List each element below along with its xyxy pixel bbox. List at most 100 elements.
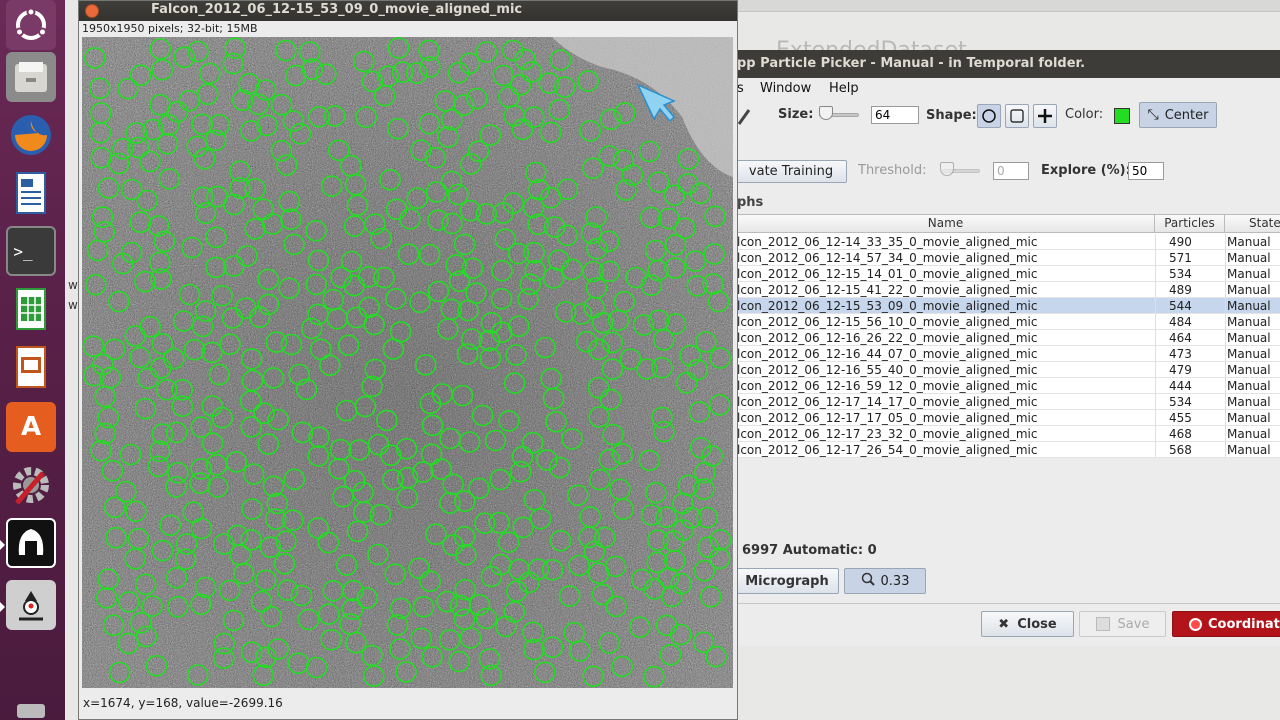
shape-cross-button[interactable] — [1033, 104, 1057, 128]
trash-icon[interactable] — [6, 700, 56, 720]
micrograph-canvas[interactable] — [82, 37, 733, 688]
micrograph-image[interactable] — [82, 37, 733, 688]
shape-circle-button[interactable] — [977, 104, 1001, 128]
size-input[interactable] — [871, 106, 919, 124]
cell-name: lcon_2012_06_12-15_14_01_0_movie_aligned… — [737, 267, 1038, 281]
table-row[interactable]: lcon_2012_06_12-17_14_17_0_movie_aligned… — [737, 394, 1280, 410]
explore-input[interactable] — [1128, 162, 1164, 180]
image-info: 1950x1950 pixels; 32-bit; 15MB — [82, 22, 258, 35]
cell-state: Manual — [1227, 395, 1271, 409]
micrographs-table: Name Particles State lcon_2012_06_12-14_… — [737, 214, 1280, 458]
table-row[interactable]: lcon_2012_06_12-16_26_22_0_movie_aligned… — [737, 330, 1280, 346]
terminal-icon[interactable]: >_ — [6, 226, 56, 276]
coordinates-button-label: Coordinat — [1208, 616, 1280, 632]
table-row[interactable]: lcon_2012_06_12-17_23_32_0_movie_aligned… — [737, 426, 1280, 442]
cell-particles: 468 — [1169, 427, 1192, 441]
cell-particles: 490 — [1169, 235, 1192, 249]
threshold-slider-knob[interactable] — [940, 162, 954, 176]
footer-divider — [737, 603, 1280, 604]
table-row[interactable]: lcon_2012_06_12-17_26_54_0_movie_aligned… — [737, 442, 1280, 458]
close-button-label: Close — [1017, 616, 1057, 632]
table-row[interactable]: lcon_2012_06_12-14_57_34_0_movie_aligned… — [737, 250, 1280, 266]
column-header-particles[interactable]: Particles — [1155, 215, 1225, 233]
cell-particles: 571 — [1169, 251, 1192, 265]
center-button[interactable]: ⤡ Center — [1139, 102, 1217, 128]
micrograph-button[interactable]: Micrograph — [735, 568, 839, 594]
cell-state: Manual — [1227, 267, 1271, 281]
table-row[interactable]: lcon_2012_06_12-14_33_35_0_movie_aligned… — [737, 234, 1280, 250]
background-side-text: w — [68, 298, 78, 312]
coordinates-button[interactable]: Coordinat — [1172, 611, 1280, 637]
files-icon[interactable] — [6, 52, 56, 102]
cross-shape-icon — [1038, 109, 1052, 123]
cell-particles: 484 — [1169, 315, 1192, 329]
zoom-button[interactable]: 0.33 — [844, 568, 926, 594]
cell-state: Manual — [1227, 299, 1271, 313]
cell-state: Manual — [1227, 251, 1271, 265]
cell-particles: 455 — [1169, 411, 1192, 425]
software-center-icon[interactable]: A — [6, 402, 56, 452]
cell-state: Manual — [1227, 363, 1271, 377]
picker-menubar: s Window Help — [737, 78, 1280, 100]
column-header-name[interactable]: Name — [737, 215, 1155, 233]
cell-particles: 544 — [1169, 299, 1192, 313]
size-label: Size: — [778, 107, 814, 122]
table-row[interactable]: lcon_2012_06_12-15_14_01_0_movie_aligned… — [737, 266, 1280, 282]
calc-icon[interactable] — [6, 284, 56, 334]
impress-icon[interactable] — [6, 342, 56, 392]
cell-particles: 464 — [1169, 331, 1192, 345]
firefox-icon[interactable] — [6, 110, 56, 160]
cell-particles: 473 — [1169, 347, 1192, 361]
java-icon[interactable] — [6, 580, 56, 630]
table-row[interactable]: lcon_2012_06_12-15_41_22_0_movie_aligned… — [737, 282, 1280, 298]
cell-state: Manual — [1227, 331, 1271, 345]
background-window-titlebar — [736, 0, 1280, 12]
table-row[interactable]: lcon_2012_06_12-16_55_40_0_movie_aligned… — [737, 362, 1280, 378]
window-close-icon[interactable] — [85, 4, 99, 18]
menu-item-window[interactable]: Window — [760, 81, 811, 96]
cell-state: Manual — [1227, 347, 1271, 361]
background-side-text: w — [68, 278, 78, 292]
cell-name: lcon_2012_06_12-14_57_34_0_movie_aligned… — [737, 251, 1038, 265]
menu-item-tools[interactable]: s — [737, 81, 744, 96]
color-swatch[interactable] — [1114, 108, 1130, 124]
table-row[interactable]: lcon_2012_06_12-15_56_10_0_movie_aligned… — [737, 314, 1280, 330]
cell-name: lcon_2012_06_12-15_41_22_0_movie_aligned… — [737, 283, 1038, 297]
cell-state: Manual — [1227, 315, 1271, 329]
activate-training-label: vate Training — [748, 164, 834, 179]
menu-item-help[interactable]: Help — [829, 81, 859, 96]
threshold-label: Threshold: — [858, 163, 927, 178]
spartan-helmet-icon[interactable] — [6, 518, 56, 568]
status-bar: x=1674, y=168, value=-2699.16 — [83, 696, 283, 710]
magnifier-icon — [861, 572, 875, 590]
table-row[interactable]: lcon_2012_06_12-16_59_12_0_movie_aligned… — [737, 378, 1280, 394]
close-button[interactable]: ✖ Close — [981, 611, 1074, 637]
cell-state: Manual — [1227, 427, 1271, 441]
unity-launcher: >_ A — [0, 0, 65, 720]
writer-icon[interactable] — [6, 168, 56, 218]
size-slider-knob[interactable] — [819, 106, 833, 120]
picker-window-title: pp Particle Picker - Manual - in Tempora… — [737, 50, 1280, 78]
center-button-label: Center — [1164, 107, 1209, 123]
particle-picker-window: pp Particle Picker - Manual - in Tempora… — [735, 50, 1280, 646]
cell-state: Manual — [1227, 443, 1271, 457]
table-row[interactable]: lcon_2012_06_12-15_53_09_0_movie_aligned… — [737, 298, 1280, 314]
threshold-input[interactable] — [993, 162, 1029, 180]
cell-state: Manual — [1227, 379, 1271, 393]
activate-training-button[interactable]: vate Training — [735, 160, 847, 183]
cell-name: lcon_2012_06_12-17_17_05_0_movie_aligned… — [737, 411, 1038, 425]
column-header-state[interactable]: State — [1225, 215, 1280, 233]
explore-label: Explore (%): — [1041, 163, 1131, 178]
shape-square-button[interactable] — [1005, 104, 1029, 128]
save-disk-icon — [1095, 617, 1110, 631]
close-x-icon: ✖ — [998, 616, 1010, 632]
eraser-icon[interactable] — [737, 108, 751, 126]
table-row[interactable]: lcon_2012_06_12-17_17_05_0_movie_aligned… — [737, 410, 1280, 426]
micrograph-button-label: Micrograph — [745, 573, 829, 589]
save-button[interactable]: Save — [1079, 611, 1166, 637]
settings-icon[interactable] — [6, 460, 56, 510]
square-shape-icon — [1010, 109, 1024, 123]
micrograph-window: Falcon_2012_06_12-15_53_09_0_movie_align… — [78, 0, 738, 720]
ubuntu-logo-icon[interactable] — [6, 0, 56, 50]
table-row[interactable]: lcon_2012_06_12-16_44_07_0_movie_aligned… — [737, 346, 1280, 362]
